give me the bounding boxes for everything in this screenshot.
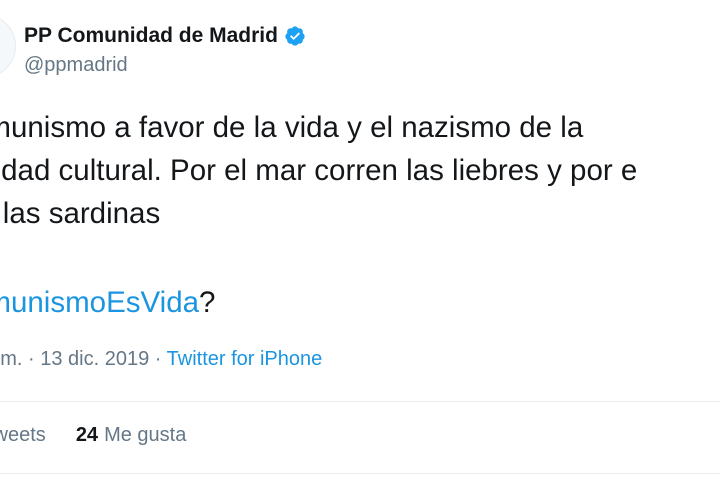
- meta-separator: ·: [22, 348, 41, 370]
- tweet-source-link[interactable]: Twitter for iPhone: [167, 348, 323, 370]
- meta-separator: ·: [149, 348, 167, 370]
- author-handle[interactable]: @ppmadrid: [24, 54, 306, 77]
- divider: [0, 473, 720, 474]
- likes-count: 24: [75, 424, 99, 446]
- likes-stat[interactable]: 24 Me gusta: [76, 424, 187, 447]
- tweet-time[interactable]: p. m.: [0, 348, 22, 370]
- tweet-text-line: omunismo a favor de la vida y el nazismo…: [0, 111, 584, 144]
- tweet-date[interactable]: 13 dic. 2019: [40, 348, 149, 370]
- tweet-hashtag-line: omunismoEsVida?: [0, 281, 215, 324]
- avatar[interactable]: [0, 14, 16, 78]
- verified-badge-icon: [285, 26, 305, 46]
- retweets-label: tweets: [0, 424, 46, 446]
- tweet-text-line: te las sardinas: [0, 197, 161, 230]
- hashtag-suffix: ?: [199, 286, 216, 319]
- tweet-stats: tweets 24Me gusta: [0, 424, 186, 447]
- likes-label: Me gusta: [104, 424, 187, 446]
- tweet-card: PP Comunidad de Madrid @ppmadrid omunism…: [0, 0, 720, 480]
- author-display-name[interactable]: PP Comunidad de Madrid: [24, 24, 278, 48]
- tweet-meta: p. m. · 13 dic. 2019 · Twitter for iPhon…: [0, 348, 322, 371]
- divider: [0, 401, 720, 402]
- hashtag-link[interactable]: omunismoEsVida: [0, 286, 199, 319]
- tweet-text-line: rsidad cultural. Por el mar corren las l…: [0, 154, 638, 187]
- author-name-row: PP Comunidad de Madrid: [24, 22, 306, 50]
- retweets-stat[interactable]: tweets: [0, 424, 46, 447]
- tweet-header: PP Comunidad de Madrid @ppmadrid: [24, 22, 306, 77]
- tweet-text: omunismo a favor de la vida y el nazismo…: [0, 106, 720, 235]
